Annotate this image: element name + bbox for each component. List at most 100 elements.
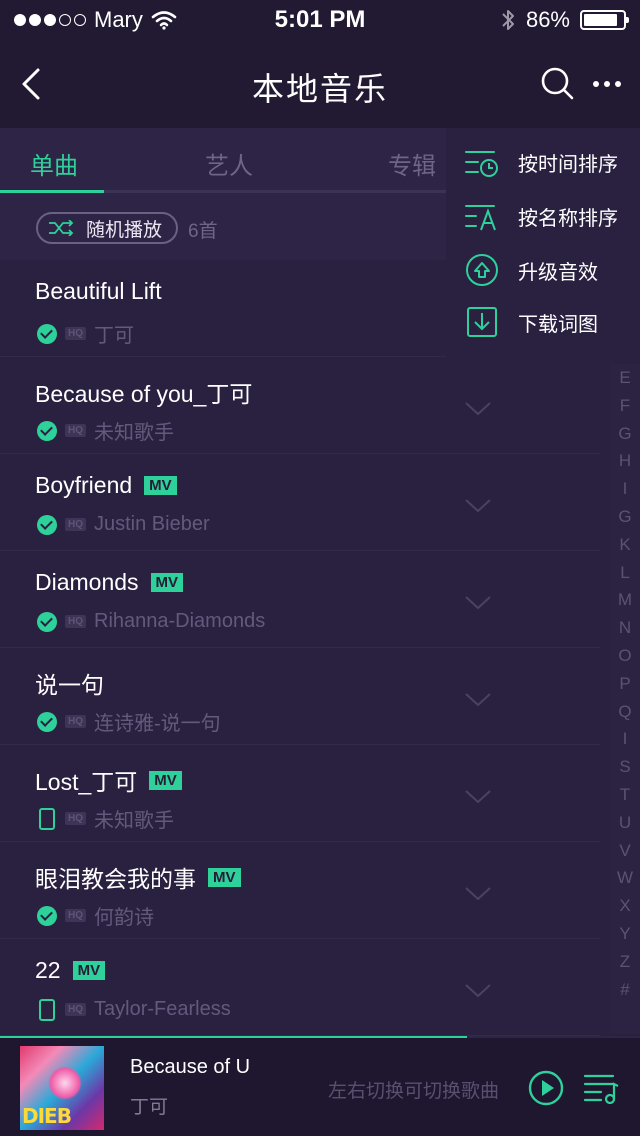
alpha-index-letter[interactable]: Y <box>619 920 630 948</box>
song-artist: Taylor-Fearless <box>94 998 231 1020</box>
tab-artists[interactable]: 艺人 <box>205 146 253 181</box>
hq-badge: HQ <box>65 327 86 340</box>
song-meta: HQ 丁可 <box>37 319 134 348</box>
alpha-index-letter[interactable]: I <box>623 475 628 503</box>
chevron-down-icon[interactable] <box>464 789 492 805</box>
menu-item-download-lyrics[interactable]: 下载词图 <box>464 304 598 340</box>
mv-badge[interactable]: MV <box>150 573 184 592</box>
wifi-icon <box>151 11 177 30</box>
alpha-index-letter[interactable]: P <box>619 670 630 698</box>
album-art[interactable]: DIEB <box>20 1046 104 1130</box>
alpha-index-letter[interactable]: E <box>619 364 630 392</box>
mv-badge[interactable]: MV <box>72 961 106 980</box>
alpha-index-letter[interactable]: V <box>619 837 630 865</box>
hq-badge: HQ <box>65 518 86 531</box>
song-count: 6首 <box>188 221 218 242</box>
chevron-down-icon[interactable] <box>464 983 492 999</box>
downloaded-check-icon <box>37 420 57 441</box>
chevron-down-icon[interactable] <box>464 595 492 611</box>
hq-badge: HQ <box>65 615 86 628</box>
alpha-index-letter[interactable]: K <box>619 531 630 559</box>
alpha-index-letter[interactable]: F <box>620 392 630 420</box>
tab-albums[interactable]: 专辑 <box>388 146 436 181</box>
phone-icon <box>39 998 55 1021</box>
song-meta: HQ Justin Bieber <box>37 513 210 536</box>
alpha-index-letter[interactable]: N <box>619 614 631 642</box>
playlist-icon[interactable] <box>583 1072 619 1104</box>
alpha-index-letter[interactable]: # <box>620 976 629 1004</box>
alpha-index-letter[interactable]: G <box>618 420 631 448</box>
downloaded-check-icon <box>37 711 57 732</box>
now-playing-title: Because of U <box>130 1056 251 1078</box>
play-icon[interactable] <box>528 1070 564 1106</box>
tab-singles[interactable]: 单曲 <box>30 146 78 181</box>
sort-menu: 按时间排序 按名称排序 升级音效 下载词图 <box>446 128 640 364</box>
song-title: Lost_丁可 <box>35 769 138 795</box>
chevron-down-icon[interactable] <box>464 692 492 708</box>
alpha-index-letter[interactable]: Z <box>620 948 630 976</box>
alpha-index-letter[interactable]: M <box>618 586 632 614</box>
downloaded-check-icon <box>37 514 57 535</box>
chevron-down-icon[interactable] <box>464 401 492 417</box>
alpha-index-letter[interactable]: H <box>619 447 631 475</box>
alpha-index-letter[interactable]: X <box>619 892 630 920</box>
menu-label-sort-by-name: 按名称排序 <box>518 207 618 230</box>
song-title: 说一句 <box>35 672 104 698</box>
song-title: Because of you_丁可 <box>35 381 253 407</box>
song-title-row: 说一句 <box>35 666 104 700</box>
album-art-graphic <box>48 1066 82 1100</box>
downloaded-check-icon <box>37 323 57 344</box>
alpha-index-letter[interactable]: Q <box>618 698 631 726</box>
phone-icon <box>39 807 55 830</box>
song-row[interactable]: Because of you_丁可 HQ 未知歌手 <box>0 357 600 454</box>
alpha-index-letter[interactable]: L <box>620 559 629 587</box>
alphabet-index[interactable]: E F G H I G K L M N O P Q I S T U V W X Y Z # <box>610 364 640 1034</box>
song-artist: 连诗雅-说一句 <box>94 713 221 735</box>
mini-player[interactable]: DIEB Because of U 丁可 左右切换可切换歌曲 <box>0 1036 640 1136</box>
alpha-index-letter[interactable]: S <box>619 753 630 781</box>
menu-item-upgrade-sound[interactable]: 升级音效 <box>464 252 598 288</box>
mv-badge[interactable]: MV <box>208 867 241 887</box>
alpha-index-letter[interactable]: I <box>623 725 628 753</box>
song-title: 22 <box>35 957 61 983</box>
status-bar-left: Mary <box>14 7 177 33</box>
alpha-index-letter[interactable]: O <box>618 642 631 670</box>
song-row[interactable]: 说一句 HQ 连诗雅-说一句 <box>0 648 600 745</box>
song-title-row: 眼泪教会我的事 MV <box>35 860 241 894</box>
song-title-row: Because of you_丁可 <box>35 375 252 409</box>
song-row[interactable]: Lost_丁可 MV HQ 未知歌手 <box>0 745 600 842</box>
signal-strength-icon <box>14 14 86 26</box>
hq-badge: HQ <box>65 909 86 922</box>
menu-item-sort-by-name[interactable]: 按名称排序 <box>464 198 618 234</box>
alpha-index-letter[interactable]: U <box>619 809 631 837</box>
song-title: Boyfriend <box>35 472 133 498</box>
chevron-down-icon[interactable] <box>464 498 492 514</box>
song-row[interactable]: 22 MV HQ Taylor-Fearless <box>0 939 600 1036</box>
song-title: Diamonds <box>35 569 139 595</box>
alpha-index-letter[interactable]: W <box>617 864 633 892</box>
menu-label-sort-by-time: 按时间排序 <box>518 153 618 176</box>
alpha-index-letter[interactable]: G <box>618 503 631 531</box>
song-row[interactable]: 眼泪教会我的事 MV HQ 何韵诗 <box>0 842 600 939</box>
search-icon[interactable] <box>538 64 578 104</box>
hq-badge: HQ <box>65 715 86 728</box>
sort-by-name-icon <box>465 205 496 231</box>
more-icon[interactable] <box>588 66 628 102</box>
song-row[interactable]: Boyfriend MV HQ Justin Bieber <box>0 454 600 551</box>
download-lyrics-icon <box>467 307 497 337</box>
shuffle-icon <box>49 220 74 236</box>
song-artist: Justin Bieber <box>94 513 210 535</box>
song-title-row: 22 MV <box>35 957 106 984</box>
menu-label-upgrade-sound: 升级音效 <box>518 261 598 284</box>
album-art-text: DIEB <box>22 1104 72 1128</box>
mv-badge[interactable]: MV <box>144 476 177 495</box>
menu-item-sort-by-time[interactable]: 按时间排序 <box>464 144 618 180</box>
song-row[interactable]: Diamonds MV HQ Rihanna-Diamonds <box>0 551 600 648</box>
status-bar-right: 86% <box>500 7 629 33</box>
shuffle-play-button[interactable]: 随机播放 <box>36 212 178 244</box>
shuffle-label: 随机播放 <box>86 219 163 241</box>
alpha-index-letter[interactable]: T <box>620 781 630 809</box>
progress-fill <box>0 1036 468 1038</box>
chevron-down-icon[interactable] <box>464 886 492 902</box>
mv-badge[interactable]: MV <box>149 770 182 790</box>
